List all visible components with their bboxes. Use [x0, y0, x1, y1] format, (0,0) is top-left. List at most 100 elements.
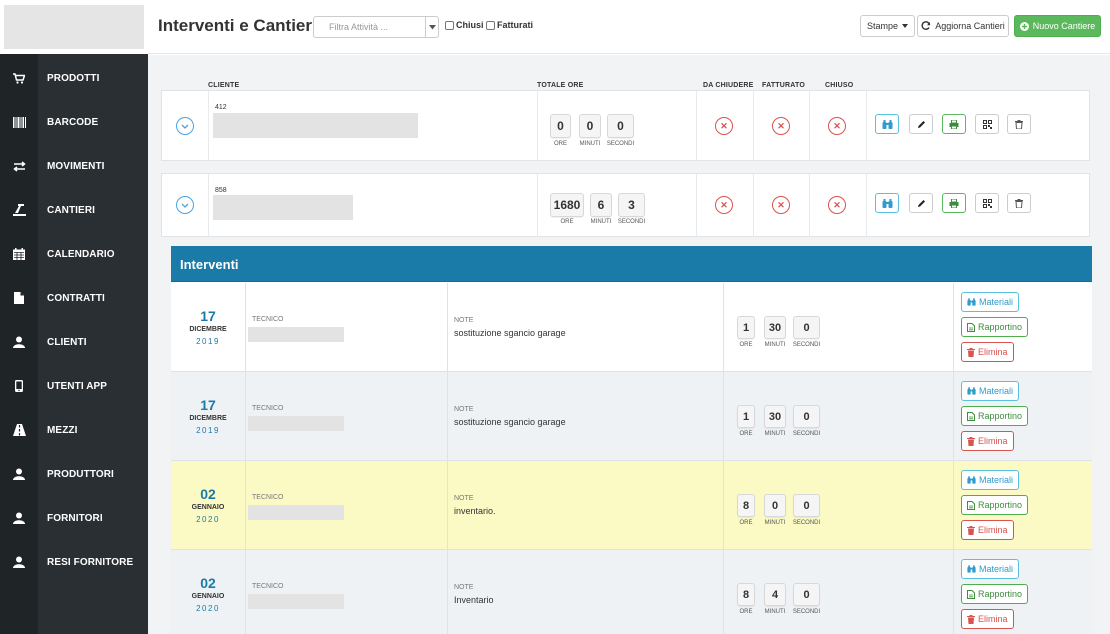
- print-icon[interactable]: [942, 114, 966, 134]
- tecnico-name-redacted: [248, 594, 344, 609]
- intervento-row: 02 GENNAIO 2020 TECNICO NOTE inventario. 8 0 0 OR…: [171, 461, 1092, 550]
- materiali-label: Materiali: [979, 297, 1014, 307]
- mobile-icon: [0, 380, 38, 392]
- intervento-year: 2020: [196, 604, 220, 613]
- intervento-row: 02 GENNAIO 2020 TECNICO NOTE Inventario 8 4 0 ORE…: [171, 550, 1092, 634]
- sidebar-item-label: MOVIMENTI: [47, 160, 105, 172]
- chiusi-checkbox[interactable]: Chiusi: [445, 20, 484, 30]
- chiuso-status-icon[interactable]: ✕: [828, 117, 846, 135]
- print-icon[interactable]: [942, 193, 966, 213]
- main-content: CLIENTE TOTALE ORE DA CHIUDERE FATTURATO…: [148, 55, 1110, 634]
- header-fatturato: FATTURATO: [762, 82, 806, 89]
- trash-icon[interactable]: [1007, 193, 1031, 213]
- intervento-hours-box: 8: [737, 494, 755, 517]
- note-label: NOTE: [454, 584, 474, 591]
- materiali-button[interactable]: Materiali: [961, 559, 1020, 579]
- sidebar-item-cantieri[interactable]: CANTIERI: [0, 188, 148, 232]
- logo: [4, 5, 144, 49]
- secondi-label: SECONDI: [617, 219, 646, 225]
- materiali-button[interactable]: Materiali: [961, 470, 1020, 490]
- calendar-icon: [0, 248, 38, 260]
- sidebar-item-mezzi[interactable]: MEZZI: [0, 408, 148, 452]
- filter-activity-select[interactable]: Filtra Attività ...: [313, 16, 439, 38]
- sidebar-item-label: MEZZI: [47, 424, 78, 436]
- fatturati-checkbox[interactable]: Fatturati: [486, 20, 533, 30]
- rapportino-button[interactable]: Rapportino: [961, 495, 1029, 515]
- sidebar-item-barcode[interactable]: BARCODE: [0, 100, 148, 144]
- intervento-day: 17: [200, 397, 216, 413]
- chiuso-status-icon[interactable]: ✕: [828, 196, 846, 214]
- sidebar-item-contratti[interactable]: CONTRATTI: [0, 276, 148, 320]
- nuovo-cantiere-button[interactable]: Nuovo Cantiere: [1014, 15, 1101, 37]
- table-row[interactable]: 412 0 0 0 ORE MINUTI SECONDI ✕ ✕ ✕: [161, 90, 1090, 161]
- fatturato-status-icon[interactable]: ✕: [772, 117, 790, 135]
- construction-icon: [0, 204, 38, 216]
- filter-placeholder: Filtra Attività ...: [329, 22, 389, 32]
- cliente-code: 858: [215, 187, 227, 194]
- sidebar-item-produttori[interactable]: PRODUTTORI: [0, 452, 148, 496]
- rapportino-label: Rapportino: [978, 500, 1023, 510]
- qrcode-icon[interactable]: [975, 193, 999, 213]
- elimina-label: Elimina: [978, 347, 1008, 357]
- secondi-label: SECONDI: [792, 342, 821, 348]
- interventi-panel: Interventi 17 DICEMBRE 2019 TECNICO NOTE sost…: [171, 246, 1092, 634]
- rapportino-label: Rapportino: [978, 322, 1023, 332]
- chevron-down-icon[interactable]: [425, 17, 438, 37]
- binoculars-icon[interactable]: [875, 114, 899, 134]
- elimina-button[interactable]: Elimina: [961, 609, 1014, 629]
- user-icon: [0, 336, 38, 348]
- file-icon: [967, 589, 975, 599]
- tecnico-name-redacted: [248, 505, 344, 520]
- da-chiudere-status-icon[interactable]: ✕: [715, 196, 733, 214]
- aggiorna-cantieri-button[interactable]: Aggiorna Cantieri: [917, 15, 1009, 37]
- da-chiudere-status-icon[interactable]: ✕: [715, 117, 733, 135]
- elimina-button[interactable]: Elimina: [961, 520, 1014, 540]
- stampe-button[interactable]: Stampe: [860, 15, 915, 37]
- binoculars-icon[interactable]: [875, 193, 899, 213]
- sidebar-item-clienti[interactable]: CLIENTI: [0, 320, 148, 364]
- elimina-button[interactable]: Elimina: [961, 431, 1014, 451]
- intervento-minutes-box: 4: [764, 583, 786, 606]
- sidebar-item-movimenti[interactable]: MOVIMENTI: [0, 144, 148, 188]
- sidebar-item-label: PRODOTTI: [47, 72, 100, 84]
- intervento-note: inventario.: [454, 506, 496, 516]
- rapportino-button[interactable]: Rapportino: [961, 406, 1029, 426]
- file-icon: [967, 500, 975, 510]
- table-row[interactable]: 858 1680 6 3 ORE MINUTI SECONDI ✕ ✕ ✕: [161, 173, 1090, 237]
- trash-icon[interactable]: [1007, 114, 1031, 134]
- checkbox-icon[interactable]: [486, 20, 495, 30]
- tecnico-label: TECNICO: [252, 494, 284, 501]
- intervento-seconds-box: 0: [793, 494, 820, 517]
- minuti-label: MINUTI: [590, 219, 612, 225]
- file-icon: [967, 411, 975, 421]
- qrcode-icon[interactable]: [975, 114, 999, 134]
- intervento-note: sostituzione sgancio garage: [454, 417, 566, 427]
- sidebar-item-prodotti[interactable]: PRODOTTI: [0, 56, 148, 100]
- rapportino-button[interactable]: Rapportino: [961, 317, 1029, 337]
- materiali-button[interactable]: Materiali: [961, 292, 1020, 312]
- materiali-button[interactable]: Materiali: [961, 381, 1020, 401]
- expand-chevron-icon[interactable]: [176, 117, 194, 135]
- ore-label: ORE: [553, 141, 567, 147]
- fatturato-status-icon[interactable]: ✕: [772, 196, 790, 214]
- cart-icon: [0, 72, 38, 84]
- checkbox-icon[interactable]: [445, 20, 454, 30]
- sidebar-item-resi-fornitore[interactable]: RESI FORNITORE: [0, 540, 148, 584]
- sidebar-item-utenti-app[interactable]: UTENTI APP: [0, 364, 148, 408]
- sidebar-item-fornitori[interactable]: FORNITORI: [0, 496, 148, 540]
- intervento-month: DICEMBRE: [189, 415, 227, 422]
- tecnico-name-redacted: [248, 416, 344, 431]
- sidebar-item-calendario[interactable]: CALENDARIO: [0, 232, 148, 276]
- pencil-icon[interactable]: [909, 114, 933, 134]
- intervento-month: GENNAIO: [191, 504, 225, 511]
- expand-chevron-icon[interactable]: [176, 196, 194, 214]
- pencil-icon[interactable]: [909, 193, 933, 213]
- intervento-hours-box: 1: [737, 405, 755, 428]
- stampe-label: Stampe: [866, 21, 899, 31]
- header-cliente: CLIENTE: [208, 82, 240, 89]
- aggiorna-label: Aggiorna Cantieri: [935, 21, 1005, 31]
- trash-icon: [967, 347, 975, 357]
- note-label: NOTE: [454, 317, 474, 324]
- rapportino-button[interactable]: Rapportino: [961, 584, 1029, 604]
- elimina-button[interactable]: Elimina: [961, 342, 1014, 362]
